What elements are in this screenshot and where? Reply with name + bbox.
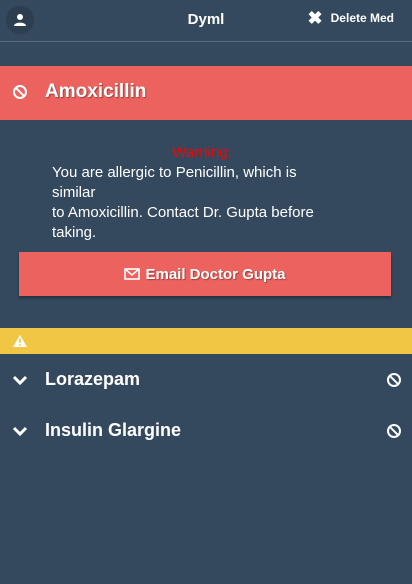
- ban-icon[interactable]: [386, 372, 402, 388]
- warning-label: Warning:: [172, 144, 232, 161]
- alert-bar: [0, 328, 412, 354]
- close-icon: ✖: [307, 8, 323, 28]
- list-item[interactable]: Lorazepam: [0, 360, 412, 400]
- envelope-icon: [124, 268, 141, 280]
- email-doctor-label: Email Doctor Gupta: [145, 265, 286, 283]
- ban-icon: [12, 84, 28, 105]
- chevron-down-icon[interactable]: [12, 374, 28, 386]
- list-item[interactable]: Insulin Glargine: [0, 411, 412, 451]
- active-med-name: Amoxicillin: [45, 81, 147, 102]
- email-doctor-button[interactable]: Email Doctor Gupta: [19, 252, 391, 296]
- active-med-header[interactable]: Amoxicillin: [0, 66, 412, 120]
- allergy-warning: Warning: You are allergic to Penicillin,…: [52, 143, 352, 243]
- ban-icon[interactable]: [386, 423, 402, 439]
- app-header: Dyml ✖ Delete Med: [0, 0, 412, 42]
- med-name: Insulin Glargine: [45, 420, 182, 440]
- med-name: Lorazepam: [45, 369, 141, 389]
- warning-text: You are allergic to Penicillin, which is…: [52, 164, 314, 241]
- delete-med-label: Delete Med: [330, 11, 394, 25]
- chevron-down-icon[interactable]: [12, 425, 28, 437]
- warning-icon: [13, 335, 27, 347]
- delete-med-button[interactable]: ✖ Delete Med: [307, 8, 394, 28]
